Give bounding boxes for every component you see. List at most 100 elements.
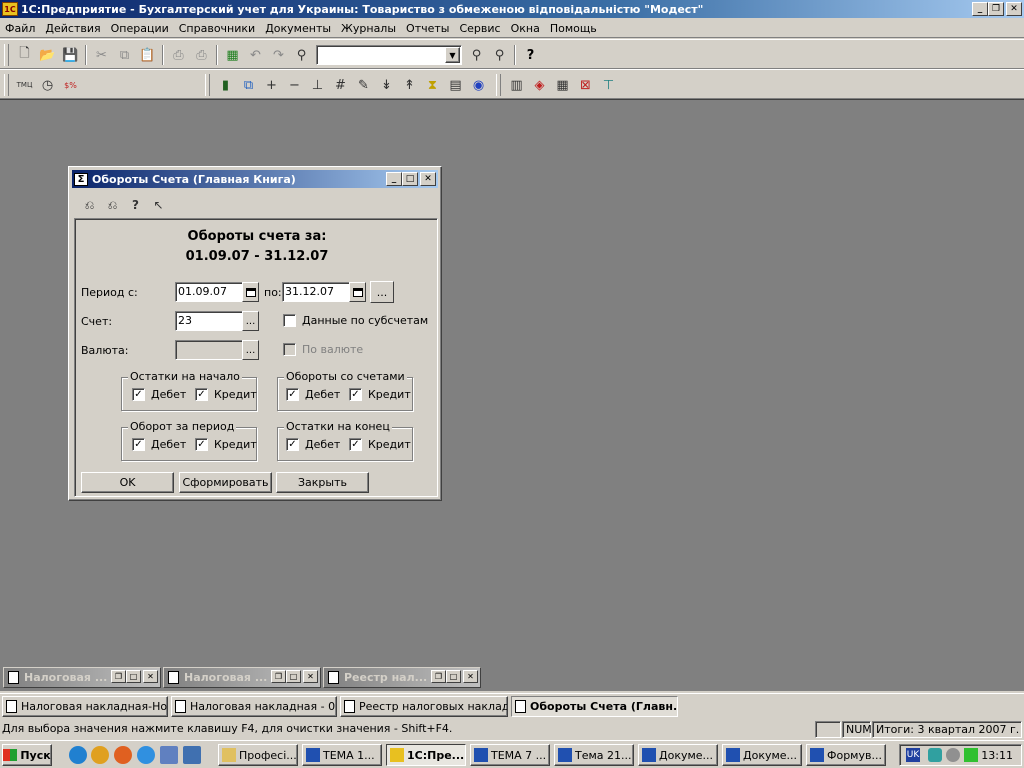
close-button[interactable]: ✕ — [143, 670, 158, 683]
task-tema-7[interactable]: ТЕМА 7 ... — [470, 744, 550, 766]
find-binoculars-icon[interactable]: ⚲ — [290, 44, 313, 66]
clock-icon[interactable]: ◷ — [36, 74, 59, 96]
calendar-to-button[interactable] — [349, 282, 366, 302]
save-settings-icon[interactable]: ⎌ — [102, 195, 123, 215]
checkbox-box[interactable] — [283, 314, 296, 327]
outlook-icon[interactable] — [160, 746, 178, 764]
browser-icon[interactable] — [69, 746, 87, 764]
calendar-from-button[interactable] — [242, 282, 259, 302]
minimized-window-tax-invoice-1[interactable]: Налоговая ... ❐ □ ✕ — [3, 667, 161, 688]
account-select-button[interactable]: ... — [242, 311, 259, 331]
sort-ascending-icon[interactable]: ↡ — [375, 74, 398, 96]
close-button[interactable]: ✕ — [303, 670, 318, 683]
period-select-button[interactable]: ... — [370, 281, 394, 303]
bar-report-icon[interactable]: ▥ — [505, 74, 528, 96]
check-icon[interactable]: ✓ — [349, 388, 362, 401]
menu-catalogs[interactable]: Справочники — [174, 22, 260, 35]
corr-credit-checkbox[interactable]: ✓ Кредит — [349, 388, 411, 401]
check-icon[interactable]: ✓ — [286, 388, 299, 401]
register-icon[interactable]: ▤ — [444, 74, 467, 96]
context-help-icon[interactable]: ↖ — [148, 195, 169, 215]
closing-debit-checkbox[interactable]: ✓ Дебет — [286, 438, 340, 451]
book-icon[interactable]: ▮ — [214, 74, 237, 96]
find-next-icon[interactable]: ⚲ — [465, 44, 488, 66]
currency-dm-icon[interactable]: $% — [59, 74, 82, 96]
window-tab-register[interactable]: Реестр налоговых наклад... — [340, 696, 508, 717]
restore-button[interactable]: ❐ — [111, 670, 126, 683]
minimized-window-register[interactable]: Реестр нал... ❐ □ ✕ — [323, 667, 481, 688]
tmc-icon[interactable]: ТМЦ — [13, 74, 36, 96]
window-tab-account-turnover[interactable]: Обороты Счета (Главн... — [511, 696, 678, 717]
volume-icon[interactable] — [946, 748, 960, 762]
toolbar-grip[interactable] — [4, 74, 9, 96]
menu-help[interactable]: Помощь — [545, 22, 602, 35]
new-document-icon[interactable]: 🗋 — [13, 44, 36, 66]
desktop-icon[interactable] — [183, 746, 201, 764]
minimized-window-tax-invoice-2[interactable]: Налоговая ... ❐ □ ✕ — [163, 667, 321, 688]
ok-button[interactable]: OK — [81, 472, 174, 493]
help-icon[interactable]: ? — [519, 44, 542, 66]
calculator-icon[interactable]: ▦ — [221, 44, 244, 66]
menu-windows[interactable]: Окна — [506, 22, 545, 35]
menu-service[interactable]: Сервис — [454, 22, 505, 35]
print-preview-icon[interactable]: ⎙ — [190, 44, 213, 66]
check-icon[interactable]: ✓ — [132, 388, 145, 401]
delete-marked-icon[interactable]: ⊠ — [574, 74, 597, 96]
minimize-button[interactable]: _ — [972, 2, 988, 16]
sort-descending-icon[interactable]: ↟ — [398, 74, 421, 96]
close-dialog-button[interactable]: Закрыть — [276, 472, 369, 493]
currency-input[interactable] — [175, 340, 243, 360]
account-input[interactable]: 23 — [175, 311, 243, 331]
help-icon[interactable]: ? — [125, 195, 146, 215]
period-from-input[interactable]: 01.09.07 — [175, 282, 243, 302]
dialog-minimize-button[interactable]: _ — [386, 172, 402, 186]
restore-button[interactable]: ❐ — [431, 670, 446, 683]
close-button[interactable]: ✕ — [1006, 2, 1022, 16]
remove-icon[interactable]: − — [283, 74, 306, 96]
restore-button[interactable]: ❐ — [271, 670, 286, 683]
journal-icon[interactable]: ▦ — [551, 74, 574, 96]
toolbar-grip[interactable] — [4, 44, 9, 66]
find-previous-icon[interactable]: ⚲ — [488, 44, 511, 66]
opening-debit-checkbox[interactable]: ✓ Дебет — [132, 388, 186, 401]
internet-explorer-icon[interactable] — [137, 746, 155, 764]
task-document-1[interactable]: Докуме... — [638, 744, 718, 766]
globe-icon[interactable]: ◉ — [467, 74, 490, 96]
checkbox-box[interactable] — [283, 343, 296, 356]
menu-documents[interactable]: Документы — [260, 22, 336, 35]
search-combo[interactable]: ▼ — [316, 45, 462, 65]
maximize-button[interactable]: □ — [126, 670, 141, 683]
dialog-titlebar[interactable]: Σ Обороты Счета (Главная Книга) _ □ ✕ — [72, 170, 438, 188]
maximize-button[interactable]: □ — [446, 670, 461, 683]
check-icon[interactable]: ✓ — [132, 438, 145, 451]
task-tema-1[interactable]: ТЕМА 1... — [302, 744, 382, 766]
clock[interactable]: 13:11 — [981, 749, 1013, 762]
check-icon[interactable]: ✓ — [349, 438, 362, 451]
network-icon[interactable] — [928, 748, 942, 762]
print-icon[interactable]: ⎙ — [167, 44, 190, 66]
antivirus-icon[interactable] — [964, 748, 978, 762]
period-debit-checkbox[interactable]: ✓ Дебет — [132, 438, 186, 451]
subaccounts-checkbox[interactable]: Данные по субсчетам — [283, 314, 428, 327]
currency-select-button[interactable]: ... — [242, 340, 259, 360]
undo-icon[interactable]: ↶ — [244, 44, 267, 66]
media-player-icon[interactable] — [91, 746, 109, 764]
insert-row-icon[interactable]: ⊥ — [306, 74, 329, 96]
dialog-close-button[interactable]: ✕ — [420, 172, 436, 186]
copy-icon[interactable]: ⧉ — [113, 44, 136, 66]
closing-credit-checkbox[interactable]: ✓ Кредит — [349, 438, 411, 451]
generate-button[interactable]: Сформировать — [179, 472, 272, 493]
paste-icon[interactable]: 📋 — [136, 44, 159, 66]
pencil-icon[interactable]: ✎ — [352, 74, 375, 96]
language-indicator[interactable]: UK — [906, 748, 920, 762]
1c-app-icon[interactable]: 1C — [2, 2, 18, 16]
redo-icon[interactable]: ↷ — [267, 44, 290, 66]
restore-button[interactable]: ❐ — [988, 2, 1004, 16]
cut-icon[interactable]: ✂ — [90, 44, 113, 66]
copy-record-icon[interactable]: ⧉ — [237, 74, 260, 96]
dialog-maximize-button[interactable]: □ — [402, 172, 418, 186]
menu-actions[interactable]: Действия — [40, 22, 105, 35]
maximize-button[interactable]: □ — [286, 670, 301, 683]
save-icon[interactable]: 💾 — [59, 44, 82, 66]
window-tab-tax-invoice-2[interactable]: Налоговая накладная - 0... — [171, 696, 337, 717]
